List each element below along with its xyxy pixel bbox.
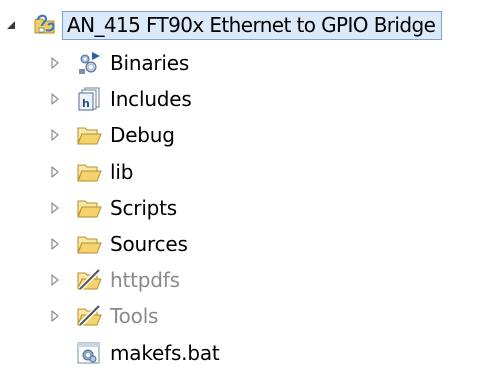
tree-item-includes[interactable]: h Includes — [48, 81, 192, 117]
project-folder-icon — [32, 12, 58, 38]
tree-item-label: Sources — [110, 232, 188, 256]
expand-arrow-icon[interactable] — [48, 56, 62, 70]
tree-item-sources[interactable]: Sources — [48, 226, 188, 262]
expand-arrow-icon[interactable] — [48, 273, 62, 287]
tree-item-tools[interactable]: Tools — [48, 298, 158, 334]
folder-icon — [76, 159, 102, 185]
expand-arrow-icon[interactable] — [48, 165, 62, 179]
folder-icon — [76, 231, 102, 257]
tree-item-label: Binaries — [110, 51, 190, 75]
excluded-folder-icon — [76, 267, 102, 293]
folder-icon — [76, 195, 102, 221]
tree-item-label: Includes — [110, 87, 192, 112]
tree-item-debug[interactable]: Debug — [48, 117, 175, 153]
includes-icon: h — [76, 86, 102, 112]
binaries-icon — [76, 50, 102, 76]
tree-item-label: Scripts — [110, 195, 178, 220]
tree-item-makefs-bat[interactable]: makefs.bat — [48, 335, 220, 371]
svg-text:h: h — [82, 97, 90, 110]
folder-icon — [76, 122, 102, 148]
excluded-folder-icon — [76, 303, 102, 329]
collapse-arrow-icon[interactable] — [4, 18, 18, 32]
tree-item-label: httpdfs — [110, 268, 180, 293]
expand-arrow-icon[interactable] — [48, 201, 62, 215]
project-label[interactable]: AN_415 FT90x Ethernet to GPIO Bridge — [62, 10, 443, 40]
tree-item-httpdfs[interactable]: httpdfs — [48, 262, 180, 298]
tree-item-lib[interactable]: lib — [48, 154, 133, 190]
expand-arrow-icon[interactable] — [48, 128, 62, 142]
tree-item-scripts[interactable]: Scripts — [48, 190, 177, 226]
batch-file-icon — [76, 340, 102, 366]
tree-item-label: Debug — [110, 123, 175, 148]
tree-item-label: lib — [110, 159, 134, 184]
expand-arrow-icon[interactable] — [48, 92, 62, 106]
tree-item-label: makefs.bat — [110, 340, 220, 365]
tree-item-label: Tools — [110, 304, 159, 329]
tree-item-project[interactable]: AN_415 FT90x Ethernet to GPIO Bridge — [4, 7, 443, 43]
expand-arrow-icon[interactable] — [48, 309, 62, 323]
expand-arrow-icon[interactable] — [48, 237, 62, 251]
project-explorer-tree: AN_415 FT90x Ethernet to GPIO Bridge Bin… — [0, 0, 480, 365]
tree-item-binaries[interactable]: Binaries — [48, 45, 189, 81]
